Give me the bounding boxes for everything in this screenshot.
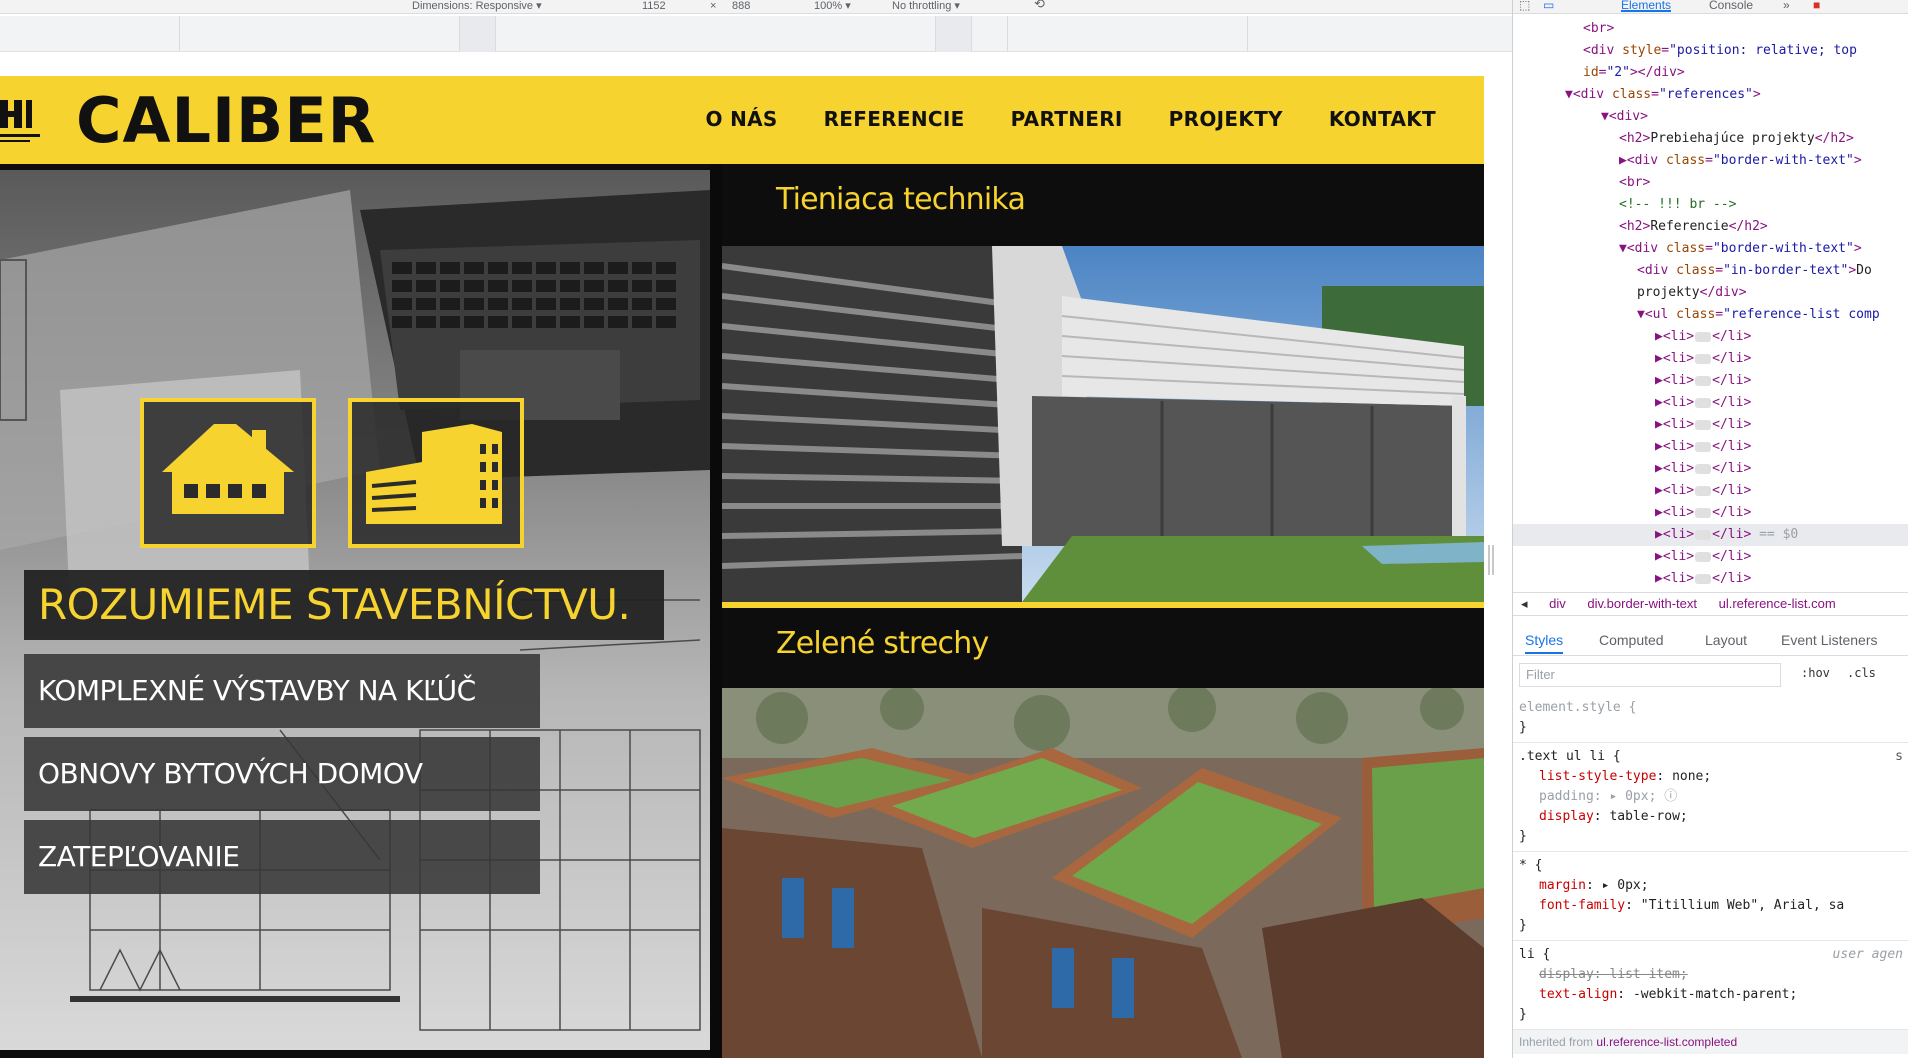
hero-background-image: ROZUMIEME STAVEBNÍCTVU. KOMPLEXNÉ VÝSTAV…: [0, 170, 710, 1050]
styles-pane-tabs: Styles Computed Layout Event Listeners: [1513, 626, 1908, 656]
breadcrumb-scroll-left[interactable]: ◂: [1521, 596, 1528, 611]
service-link-zateplovanie[interactable]: ZATEPĽOVANIE: [24, 820, 540, 894]
inspect-element-icon[interactable]: ⬚: [1519, 0, 1530, 11]
rule-li-user-agent[interactable]: li {user agen display: list-item; text-a…: [1513, 941, 1908, 1030]
dom-node-line[interactable]: id="2"></div>: [1513, 62, 1908, 84]
dom-node-line[interactable]: ▶<li> </li>: [1513, 546, 1908, 568]
dom-breadcrumbs: ◂ div div.border-with-text ul.reference-…: [1513, 592, 1908, 616]
dom-node-line[interactable]: ▼<div>: [1513, 106, 1908, 128]
category-image-zelene-strechy[interactable]: [722, 688, 1484, 1058]
throttling-dropdown[interactable]: No throttling ▾: [892, 0, 960, 12]
tab-event-listeners[interactable]: Event Listeners: [1781, 632, 1878, 648]
dom-node-line[interactable]: ▼<div class="references">: [1513, 84, 1908, 106]
dom-node-line[interactable]: ▶<li> </li>: [1513, 392, 1908, 414]
styles-filter-input[interactable]: Filter: [1519, 663, 1781, 687]
page-viewport: CALIBER O NÁS REFERENCIE PARTNERI PROJEK…: [0, 52, 1512, 1058]
house-icon: [162, 424, 294, 514]
dom-node-line[interactable]: ▶<li> </li>: [1513, 436, 1908, 458]
devtools-panel: ⬚ ▭ Elements Console » ■ <br> <div style=…: [1512, 0, 1908, 1058]
house-tile[interactable]: [140, 398, 316, 548]
nav-kontakt[interactable]: KONTAKT: [1329, 107, 1436, 131]
dom-node-line[interactable]: <br>: [1513, 172, 1908, 194]
dom-node-line[interactable]: ▶<li> </li>: [1513, 458, 1908, 480]
building-icon: [366, 424, 502, 524]
nav-projekty[interactable]: PROJEKTY: [1169, 107, 1283, 131]
dom-node-line[interactable]: ▶<div class="border-with-text">: [1513, 150, 1908, 172]
tab-console[interactable]: Console: [1709, 0, 1753, 11]
hero-divider: [710, 164, 722, 1058]
error-badge-icon[interactable]: ■: [1813, 0, 1820, 11]
rule-element-style[interactable]: element.style { }: [1513, 694, 1908, 743]
dom-node-line[interactable]: ▶<li> </li>: [1513, 326, 1908, 348]
dimensions-dropdown[interactable]: Dimensions: Responsive ▾: [412, 0, 542, 12]
dom-node-line[interactable]: ▶<li> </li> == $0: [1513, 524, 1908, 546]
category-panel: Tieniaca technika Zelené strechy: [722, 164, 1484, 1058]
dom-node-line[interactable]: ▼<div class="border-with-text">: [1513, 238, 1908, 260]
inherited-label-text: Inherited from: [1519, 1035, 1594, 1049]
hero-section: ROZUMIEME STAVEBNÍCTVU. KOMPLEXNÉ VÝSTAV…: [0, 164, 1484, 1058]
category-image-tieniaca-technika[interactable]: [722, 246, 1484, 602]
rule-text-ul-li[interactable]: .text ul li {s list-style-type: none; pa…: [1513, 743, 1908, 852]
dom-node-line[interactable]: ▶<li> </li>: [1513, 348, 1908, 370]
zoom-dropdown[interactable]: 100% ▾: [814, 0, 851, 12]
cls-button[interactable]: .cls: [1847, 666, 1876, 680]
rotate-icon[interactable]: ⟲: [1034, 0, 1045, 10]
site-header: CALIBER O NÁS REFERENCIE PARTNERI PROJEK…: [0, 76, 1484, 164]
device-toolbar: Dimensions: Responsive ▾ 1152 × 888 100%…: [0, 0, 1512, 14]
inherited-from-label: Inherited from ul.reference-list.complet…: [1513, 1030, 1908, 1054]
hov-button[interactable]: :hov: [1801, 666, 1830, 680]
tab-elements[interactable]: Elements: [1621, 0, 1672, 12]
dom-node-line[interactable]: <!-- !!! br -->: [1513, 194, 1908, 216]
dom-node-line[interactable]: projekty</div>: [1513, 282, 1908, 304]
green-roof-photo: [722, 688, 1484, 1058]
logo-mark-icon[interactable]: [0, 94, 44, 148]
main-nav: O NÁS REFERENCIE PARTNERI PROJEKTY KONTA…: [706, 107, 1437, 131]
breadcrumb-div[interactable]: div: [1549, 596, 1566, 611]
tab-layout[interactable]: Layout: [1705, 632, 1747, 648]
dom-node-line[interactable]: ▶<li> </li>: [1513, 414, 1908, 436]
viewport-resize-handle[interactable]: [1488, 545, 1494, 575]
logo-text[interactable]: CALIBER: [76, 90, 376, 152]
dom-node-line[interactable]: ▶<li> </li>: [1513, 502, 1908, 524]
category-title-zelene-strechy[interactable]: Zelené strechy: [776, 626, 989, 661]
rule-universal[interactable]: * { margin: ▸ 0px; font-family: "Titilli…: [1513, 852, 1908, 941]
breadcrumb-reference-list[interactable]: ul.reference-list.com: [1719, 596, 1836, 611]
media-query-ruler[interactable]: [0, 16, 1512, 52]
dom-node-line[interactable]: <br>: [1513, 18, 1908, 40]
nav-o-nas[interactable]: O NÁS: [706, 107, 778, 131]
height-input[interactable]: 888: [732, 0, 750, 12]
slogan: ROZUMIEME STAVEBNÍCTVU.: [24, 570, 664, 640]
shading-facade-photo: [722, 246, 1484, 602]
devtools-tabs: ⬚ ▭ Elements Console » ■: [1513, 0, 1908, 14]
dom-tree[interactable]: <br> <div style="position: relative; top i…: [1513, 18, 1908, 588]
dom-node-line[interactable]: ▶<li> </li>: [1513, 370, 1908, 392]
dom-node-line[interactable]: <h2>Prebiehajúce projekty</h2>: [1513, 128, 1908, 150]
breadcrumb-border-with-text[interactable]: div.border-with-text: [1587, 596, 1697, 611]
tab-computed[interactable]: Computed: [1599, 632, 1664, 648]
inherited-selector[interactable]: ul.reference-list.completed: [1596, 1035, 1737, 1049]
times-label: ×: [710, 0, 717, 12]
dom-node-line[interactable]: <div style="position: relative; top: [1513, 40, 1908, 62]
category-title-tieniaca-technika[interactable]: Tieniaca technika: [776, 182, 1026, 217]
dom-node-line[interactable]: ▶<li> </li>: [1513, 568, 1908, 588]
building-tile[interactable]: [348, 398, 524, 548]
nav-referencie[interactable]: REFERENCIE: [824, 107, 965, 131]
yellow-separator: [722, 602, 1484, 608]
service-link-komplexne-vystavby[interactable]: KOMPLEXNÉ VÝSTAVBY NA KĽÚČ: [24, 654, 540, 728]
styles-rules[interactable]: element.style { } .text ul li {s list-st…: [1513, 694, 1908, 1058]
dom-node-line[interactable]: ▶<li> </li>: [1513, 480, 1908, 502]
device-toggle-icon[interactable]: ▭: [1543, 0, 1554, 11]
width-input[interactable]: 1152: [642, 0, 666, 12]
nav-partneri[interactable]: PARTNERI: [1011, 107, 1123, 131]
dom-node-line[interactable]: <div class="in-border-text">Do: [1513, 260, 1908, 282]
service-link-obnovy-bytovych-domov[interactable]: OBNOVY BYTOVÝCH DOMOV: [24, 737, 540, 811]
dom-node-line[interactable]: ▼<ul class="reference-list comp: [1513, 304, 1908, 326]
tab-styles[interactable]: Styles: [1525, 632, 1564, 654]
more-tabs-button[interactable]: »: [1783, 0, 1790, 11]
dom-node-line[interactable]: <h2>Referencie</h2>: [1513, 216, 1908, 238]
styles-filter-row: Filter :hov .cls: [1513, 660, 1908, 690]
